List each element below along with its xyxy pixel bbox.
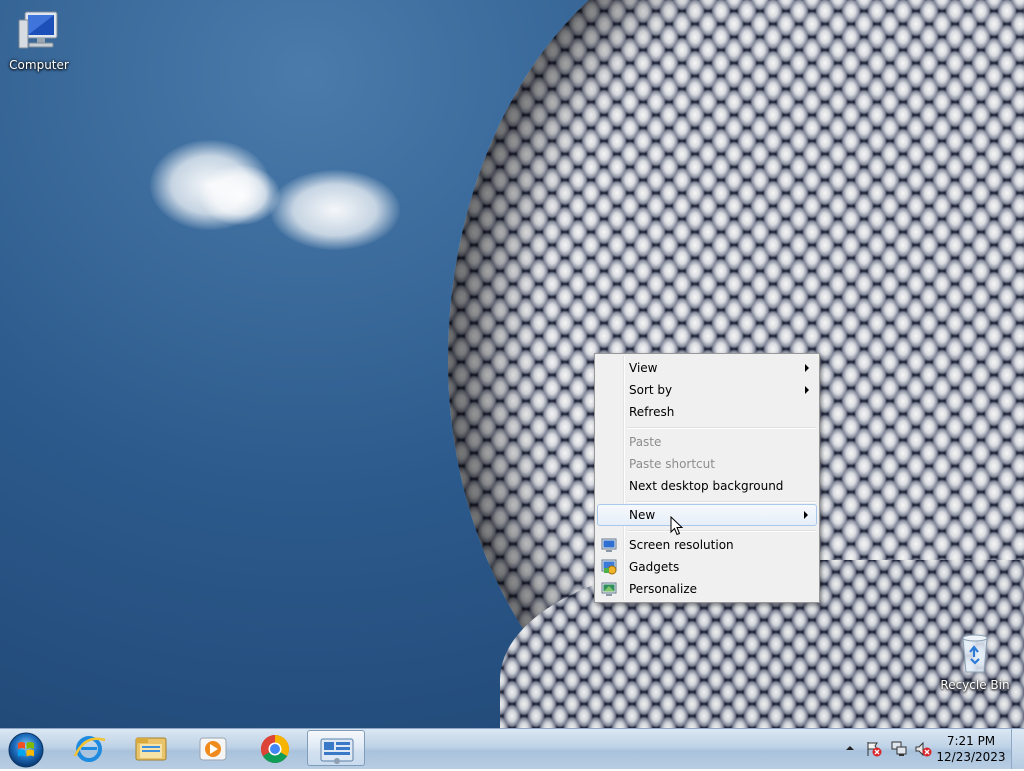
menu-item-label: Paste shortcut	[629, 457, 715, 471]
taskbar-internet-explorer[interactable]	[60, 730, 118, 766]
media-player-icon	[199, 737, 227, 761]
start-button[interactable]	[6, 730, 46, 768]
menu-item-paste[interactable]: Paste	[597, 431, 817, 453]
computer-icon	[18, 11, 58, 49]
volume-muted-icon	[915, 741, 932, 757]
menu-item-label: Paste	[629, 435, 662, 449]
recycle-bin-icon	[962, 634, 988, 673]
menu-item-label: Screen resolution	[629, 538, 734, 552]
menu-item-label: Next desktop background	[629, 479, 784, 493]
menu-item-sort-by[interactable]: Sort by	[597, 379, 817, 401]
submenu-arrow-icon	[805, 364, 809, 372]
desktop-icon-recycle-bin[interactable]: Recycle Bin	[937, 628, 1013, 692]
menu-item-refresh[interactable]: Refresh	[597, 401, 817, 423]
gadgets-icon	[601, 559, 617, 575]
tray-volume[interactable]	[914, 740, 932, 758]
menu-item-label: Gadgets	[629, 560, 680, 574]
desktop-background[interactable]: Computer Recycle Bin	[0, 0, 1024, 728]
menu-item-label: New	[629, 508, 656, 522]
menu-item-label: Personalize	[629, 582, 698, 596]
submenu-arrow-icon	[805, 386, 809, 394]
taskbar-control-panel[interactable]	[307, 730, 365, 766]
show-hidden-icons-icon	[846, 746, 854, 750]
show-hidden-icons-button[interactable]	[843, 741, 857, 755]
folder-icon	[135, 737, 167, 761]
screen-resolution-icon	[601, 538, 617, 552]
desktop-icon-label: Recycle Bin	[940, 678, 1010, 692]
clock-date: 12/23/2023	[936, 750, 1006, 764]
clock-time: 7:21 PM	[946, 734, 996, 748]
menu-item-screen-resolution[interactable]: Screen resolution	[597, 534, 817, 556]
windows-start-icon	[8, 732, 44, 768]
action-center-icon	[867, 742, 882, 757]
taskbar-media-player[interactable]	[184, 730, 242, 766]
menu-separator	[627, 530, 816, 532]
menu-separator	[627, 501, 816, 503]
menu-separator	[627, 427, 816, 429]
menu-item-label: Refresh	[629, 405, 675, 419]
tray-action-center[interactable]	[865, 740, 883, 758]
desktop-icon-computer[interactable]: Computer	[1, 8, 77, 72]
desktop-context-menu: View Sort by Refresh Paste Paste shortcu…	[594, 353, 820, 603]
taskbar: 7:21 PM 12/23/2023	[0, 728, 1024, 769]
control-panel-icon	[320, 738, 354, 764]
chrome-icon	[261, 735, 289, 763]
menu-item-label: View	[629, 361, 658, 375]
cloud	[200, 165, 280, 225]
tray-network[interactable]	[890, 740, 908, 758]
tray-clock[interactable]: 7:21 PM 12/23/2023	[936, 733, 1006, 765]
cloud	[270, 170, 400, 250]
menu-item-personalize[interactable]: Personalize	[597, 578, 817, 600]
taskbar-windows-explorer[interactable]	[122, 730, 180, 766]
desktop-icon-label: Computer	[9, 58, 69, 72]
menu-item-label: Sort by	[629, 383, 673, 397]
network-icon	[891, 741, 907, 756]
personalize-icon	[601, 582, 617, 596]
submenu-arrow-icon	[804, 511, 808, 519]
show-desktop-button[interactable]	[1011, 729, 1024, 769]
internet-explorer-icon	[73, 736, 106, 762]
menu-item-next-desktop-background[interactable]: Next desktop background	[597, 475, 817, 497]
menu-item-paste-shortcut[interactable]: Paste shortcut	[597, 453, 817, 475]
mouse-cursor-icon	[670, 516, 684, 536]
menu-item-gadgets[interactable]: Gadgets	[597, 556, 817, 578]
menu-item-view[interactable]: View	[597, 357, 817, 379]
taskbar-chrome[interactable]	[246, 730, 304, 766]
menu-item-new[interactable]: New	[597, 504, 817, 526]
